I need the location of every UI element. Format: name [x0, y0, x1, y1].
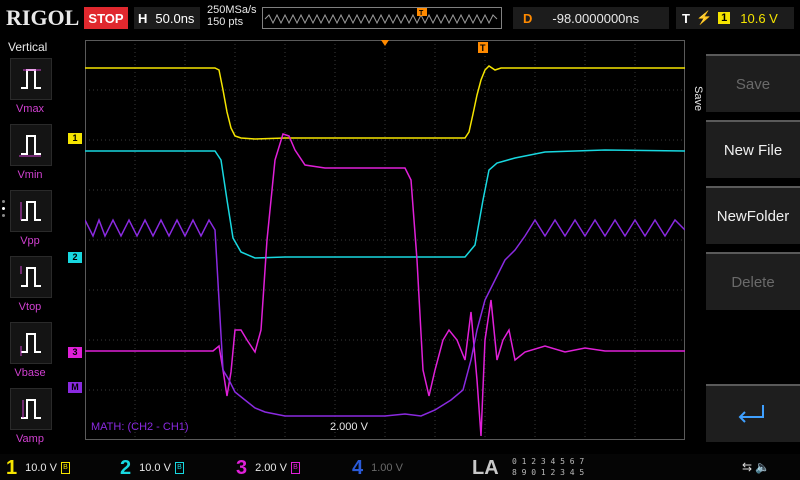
rising-edge-icon: ⚡ — [695, 10, 713, 25]
measure-vmax-button[interactable]: Vmax — [10, 58, 54, 118]
ch2-scale: 10.0 V — [139, 462, 171, 474]
svg-text:T: T — [419, 10, 424, 17]
ch2-coupling-icon: B — [174, 462, 184, 474]
horizontal-label: H — [138, 10, 148, 26]
page-indicator — [2, 196, 7, 226]
vbase-label: Vbase — [14, 367, 46, 379]
ch1-coupling-icon: B — [60, 462, 70, 474]
new-folder-button[interactable]: NewFolder — [706, 186, 800, 244]
vtop-label: Vtop — [18, 301, 42, 313]
measure-vamp-button[interactable]: Vamp — [10, 388, 54, 448]
ch1-status[interactable]: 1 10.0 V B — [6, 457, 70, 479]
ch4-number: 4 — [352, 456, 364, 479]
vertical-measure-menu: Vertical Vmax Vmin Vpp Vtop Vbase Vamp — [0, 36, 60, 454]
delete-button[interactable]: Delete — [706, 252, 800, 310]
ch1-offset-marker[interactable]: 1 — [68, 133, 82, 144]
logic-analyzer-channels: 0 1 2 3 4 5 6 7 8 9 0 1 2 3 4 5 — [512, 456, 584, 478]
run-stop-badge[interactable]: STOP — [84, 7, 128, 29]
horizontal-scale-value: 50.0ns — [155, 10, 195, 26]
usb-sound-icons: ⇆ 🔈 — [742, 460, 771, 474]
trigger-label: T — [682, 10, 690, 26]
measure-vtop-button[interactable]: Vtop — [10, 256, 54, 316]
measure-vpp-button[interactable]: Vpp — [10, 190, 54, 250]
save-menu: Save Save New File NewFolder Delete — [688, 36, 800, 454]
memory-points: 150 pts — [207, 16, 244, 28]
menu-title: Vertical — [8, 40, 48, 54]
trigger-source-badge: 1 — [718, 12, 731, 24]
ch2-number: 2 — [120, 456, 132, 479]
vtop-icon — [10, 256, 52, 298]
memory-depth-bar: T — [262, 7, 502, 29]
vamp-label: Vamp — [16, 433, 44, 445]
delay-box[interactable]: D -98.0000000ns — [513, 7, 669, 29]
return-arrow-icon — [738, 405, 764, 423]
logic-analyzer-label[interactable]: LA — [472, 457, 499, 480]
ch3-status[interactable]: 3 2.00 V B — [236, 457, 300, 479]
rigol-logo: RIGOL — [6, 5, 80, 30]
top-status-bar: RIGOL STOP H 50.0ns 250MSa/s 150 pts T D… — [0, 0, 800, 36]
channel-status-bar: 1 10.0 V B 2 10.0 V B 3 2.00 V B 4 1.00 … — [0, 454, 800, 480]
math-label: MATH: (CH2 - CH1) — [91, 421, 189, 433]
save-button[interactable]: Save — [706, 54, 800, 112]
ch3-coupling-icon: B — [290, 462, 300, 474]
ch3-scale: 2.00 V — [255, 462, 287, 474]
vmax-icon — [10, 58, 52, 100]
vpp-label: Vpp — [20, 235, 40, 247]
sample-rate: 250MSa/s — [207, 4, 257, 16]
ch4-scale: 1.00 V — [371, 462, 403, 474]
la-digits-top: 0 1 2 3 4 5 6 7 — [512, 457, 585, 466]
waveform-display[interactable]: T MATH: (CH2 - CH1) 2.000 V — [84, 40, 686, 440]
vpp-icon — [10, 190, 52, 232]
ch3-number: 3 — [236, 456, 248, 479]
vbase-icon — [10, 322, 52, 364]
new-file-button[interactable]: New File — [706, 120, 800, 178]
vamp-icon — [10, 388, 52, 430]
horizontal-scale-box[interactable]: H 50.0ns — [134, 7, 200, 29]
save-menu-tab: Save — [692, 86, 704, 112]
trigger-box[interactable]: T ⚡ 1 10.6 V — [676, 7, 794, 29]
return-button[interactable] — [706, 384, 800, 442]
la-digits-bottom: 8 9 0 1 2 3 4 5 — [512, 468, 585, 477]
svg-text:T: T — [480, 43, 486, 53]
ch1-scale: 10.0 V — [25, 462, 57, 474]
measure-vbase-button[interactable]: Vbase — [10, 322, 54, 382]
math-offset-marker[interactable]: M — [68, 382, 82, 393]
ch2-offset-marker[interactable]: 2 — [68, 252, 82, 263]
math-scale: 2.000 V — [330, 421, 369, 433]
ch4-status[interactable]: 4 1.00 V — [352, 457, 403, 479]
trigger-level-value: 10.6 V — [740, 10, 778, 26]
vmin-icon — [10, 124, 52, 166]
ch1-number: 1 — [6, 456, 18, 479]
measure-vmin-button[interactable]: Vmin — [10, 124, 54, 184]
ch3-offset-marker[interactable]: 3 — [68, 347, 82, 358]
delay-label: D — [523, 10, 533, 26]
ch2-status[interactable]: 2 10.0 V B — [120, 457, 184, 479]
vmax-label: Vmax — [15, 103, 45, 115]
vmin-label: Vmin — [17, 169, 43, 181]
sample-info: 250MSa/s 150 pts — [207, 4, 257, 28]
delay-value: -98.0000000ns — [552, 10, 640, 26]
